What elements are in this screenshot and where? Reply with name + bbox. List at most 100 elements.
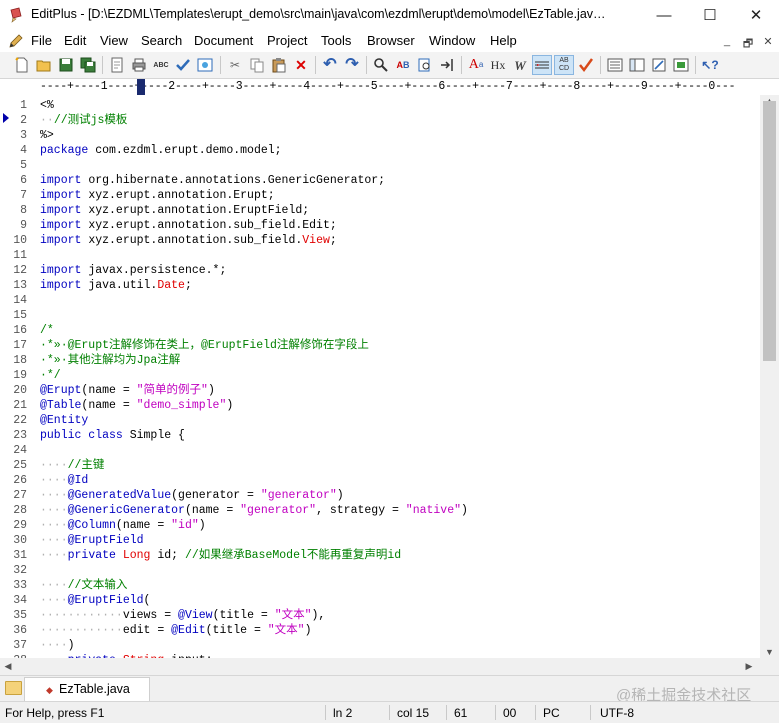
indent-guide-icon[interactable] [532,55,552,75]
folder-icon[interactable] [5,681,22,695]
line-number: 22 [13,414,27,427]
menu-bar: File Edit View Search Document Project T… [0,30,779,52]
whats-this-icon[interactable]: ↖? [700,55,720,75]
find-in-files-icon[interactable] [415,55,435,75]
menu-help[interactable]: Help [490,33,517,48]
code-token: import [40,234,82,247]
hex-icon[interactable]: Hx [488,55,508,75]
directory-icon[interactable] [649,55,669,75]
goto-icon[interactable] [437,55,457,75]
redo-icon[interactable]: ↷ [342,55,362,75]
code-text: import xyz.erupt.annotation.Erupt; [40,188,275,203]
code-token: ············ [40,609,123,622]
code-token: "简单的例子" [136,384,208,397]
code-token: , strategy = [316,504,406,517]
code-token: id; [150,549,185,562]
scroll-left-icon[interactable]: ◀ [2,660,14,672]
code-token: //主键 [67,459,105,472]
code-token: ············ [40,624,123,637]
font-icon[interactable]: Aa [466,55,486,75]
code-line: 25 ····//主键 [0,458,760,473]
mdi-close-icon[interactable]: ✕ [759,35,777,48]
menu-window[interactable]: Window [429,33,475,48]
document-list-icon[interactable] [605,55,625,75]
close-button[interactable]: ✕ [733,0,779,30]
code-editor[interactable]: 1 <% 2 ··//测试js模板 3 %> 4 package com.ezdml.erup… [0,95,760,658]
open-icon[interactable] [34,55,54,75]
code-token: @Table [40,399,82,412]
replace-icon[interactable]: AB [393,55,413,75]
code-text: ·*/ [40,368,61,383]
menu-edit[interactable]: Edit [64,33,86,48]
code-line: 31 ····private Long id; //如果继承BaseModel不能… [0,548,760,563]
menu-view[interactable]: View [100,33,128,48]
code-token: @Column [67,519,116,532]
code-token: Long [122,549,151,562]
code-text: @Erupt(name = "简单的例子") [40,383,215,398]
tab-label: EzTable.java [59,682,130,696]
code-text: import org.hibernate.annotations.Generic… [40,173,385,188]
code-token: ) [67,639,75,652]
code-token: "文本" [274,609,312,622]
code-token: ·· [40,114,54,127]
line-number: 2 [20,114,27,127]
code-token: ···· [40,519,68,532]
check-mark-icon[interactable] [173,55,193,75]
code-text: import xyz.erupt.annotation.sub_field.Ed… [40,218,337,233]
code-line: 11 [0,248,760,263]
menu-tools[interactable]: Tools [321,33,351,48]
save-all-icon[interactable] [78,55,98,75]
delete-icon[interactable]: ✕ [291,55,311,75]
code-token: /* [40,324,54,337]
code-token: "native" [405,504,462,517]
print-icon[interactable] [129,55,149,75]
line-number: 34 [13,594,27,607]
save-icon[interactable] [56,55,76,75]
maximize-button[interactable]: ☐ [687,0,733,30]
output-window-icon[interactable] [671,55,691,75]
cut-icon[interactable]: ✂ [225,55,245,75]
find-icon[interactable] [371,55,391,75]
column-select-icon[interactable]: AB CD [554,55,574,75]
menu-file[interactable]: File [31,33,52,48]
vertical-scrollbar[interactable]: ▲ ▼ [760,95,779,658]
cliptext-icon[interactable] [627,55,647,75]
browser-preview-icon[interactable] [195,55,215,75]
menu-browser[interactable]: Browser [367,33,415,48]
copy-icon[interactable] [247,55,267,75]
horizontal-scrollbar[interactable]: ◀ ▶ [0,658,760,675]
line-number: 36 [13,624,27,637]
code-text: import javax.persistence.*; [40,263,226,278]
code-line: 15 [0,308,760,323]
code-token: ) [207,384,215,397]
menu-project[interactable]: Project [267,33,307,48]
print-preview-icon[interactable] [107,55,127,75]
code-text: package com.ezdml.erupt.demo.model; [40,143,282,158]
spell-icon[interactable] [576,55,596,75]
close-icon: ✕ [749,7,763,24]
scroll-right-icon[interactable]: ▶ [743,660,755,672]
code-token: "generator" [260,489,337,502]
status-column: col 15 [397,706,430,720]
code-line: 35 ············views = @View(title = "文本"… [0,608,760,623]
code-token: @EruptField [67,534,144,547]
spell-check-icon[interactable]: ABC [151,55,171,75]
undo-icon[interactable]: ↶ [320,55,340,75]
code-token: ·*»·@Erupt注解修饰在类上，@EruptField注解修饰在字段上 [40,339,369,352]
mdi-minimize-icon[interactable]: _ [718,35,736,47]
vertical-scroll-thumb[interactable] [763,101,776,361]
tab-eztable-java[interactable]: ◆ EzTable.java [24,677,150,701]
scroll-down-icon[interactable]: ▼ [761,646,778,658]
line-number: 16 [13,324,27,337]
menu-search[interactable]: Search [141,33,182,48]
code-token: Date [157,279,185,292]
menu-document[interactable]: Document [194,33,253,48]
code-token: org.hibernate.annotations.GenericGenerat… [81,174,386,187]
code-token: import [40,279,82,292]
code-line: 29 ····@Column(name = "id") [0,518,760,533]
word-wrap-icon[interactable]: W [510,55,530,75]
minimize-button[interactable]: — [641,0,687,30]
paste-icon[interactable] [269,55,289,75]
code-text: ····@GenericGenerator(name = "generator"… [40,503,468,518]
new-file-icon[interactable] [12,55,32,75]
